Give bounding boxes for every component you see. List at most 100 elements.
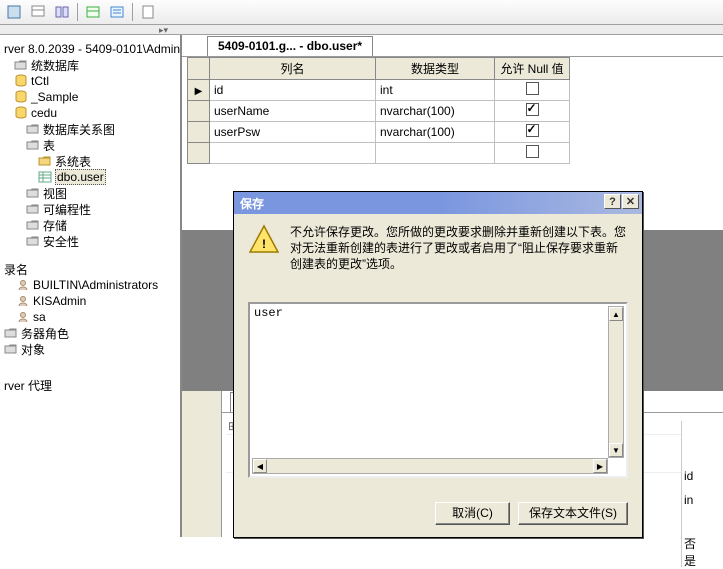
tree-item[interactable]: 统数据库 [2,57,180,73]
prop-scroll-gutter [182,391,222,537]
cancel-button[interactable]: 取消(C) [435,502,510,525]
toolbar-btn-6[interactable] [137,2,159,22]
scrollbar-vertical[interactable]: ▲ ▼ [608,306,624,458]
tree-item[interactable]: 可编程性 [2,201,180,217]
folder-icon [26,122,40,136]
cell-column-name[interactable]: id [210,80,376,101]
table-row[interactable]: userNamenvarchar(100) [188,101,570,122]
save-text-file-button[interactable]: 保存文本文件(S) [518,502,628,525]
cell-allow-null[interactable] [495,101,570,122]
list-item[interactable]: user [250,304,626,322]
cell-data-type[interactable]: int [376,80,495,101]
tree-item[interactable]: 表 [2,137,180,153]
header-allow-null: 允许 Null 值 [495,58,570,80]
current-row-icon: ▶ [195,86,203,97]
scroll-down-icon[interactable]: ▼ [609,443,623,457]
user-icon [16,278,30,292]
svg-text:!: ! [262,237,266,251]
db-icon [14,90,28,104]
tree-item[interactable]: 对象 [2,341,180,357]
help-button[interactable]: ? [604,194,621,209]
login-item[interactable]: KISAdmin [2,293,180,309]
side-val-1: id [684,469,721,483]
toolbar-btn-5[interactable] [106,2,128,22]
cell-allow-null[interactable] [495,143,570,164]
table-row[interactable]: ▶ idint [188,80,570,101]
toolbar-btn-1[interactable] [3,2,25,22]
cell-column-name[interactable]: userName [210,101,376,122]
cell-column-name[interactable]: userPsw [210,122,376,143]
sub-toolbar: ▸▾ [0,25,723,35]
tree-item[interactable]: 存储 [2,217,180,233]
login-item[interactable]: BUILTIN\Administrators [2,277,180,293]
db-icon [14,106,28,120]
scroll-left-icon[interactable]: ◀ [253,459,267,473]
scroll-right-icon[interactable]: ▶ [593,459,607,473]
tree-item[interactable]: 安全性 [2,233,180,249]
scroll-up-icon[interactable]: ▲ [609,307,623,321]
save-dialog: 保存 ? ✕ ! 不允许保存更改。您所做的更改要求删除并重新创建以下表。您对无法… [233,191,643,538]
cell-data-type[interactable]: nvarchar(100) [376,122,495,143]
tree-item[interactable]: 系统表 [2,153,180,169]
main-toolbar [0,0,723,25]
folder-icon [4,326,18,340]
checkbox[interactable] [526,103,539,116]
row-selector[interactable] [188,101,210,122]
toolbar-btn-4[interactable] [82,2,104,22]
document-tabs: 5409-0101.g... - dbo.user* [182,35,723,57]
toolbar-btn-2[interactable] [27,2,49,22]
prop-side-values: id in 否 是 [681,421,723,567]
tab-dbo-user[interactable]: 5409-0101.g... - dbo.user* [207,36,373,56]
row-header-corner [188,58,210,80]
table-row[interactable] [188,143,570,164]
tree-item[interactable]: 视图 [2,185,180,201]
column-grid[interactable]: 列名 数据类型 允许 Null 值 ▶ idintuserNamenvarchar… [187,57,570,164]
side-val-4: 是 [684,552,721,569]
object-explorer: rver 8.0.2039 - 5409-0101\Admin 统数据库tCtl… [0,35,182,537]
tree-item[interactable]: dbo.user [2,169,180,185]
checkbox[interactable] [526,124,539,137]
row-selector[interactable] [188,122,210,143]
folder-icon [26,234,40,248]
close-button[interactable]: ✕ [622,194,639,209]
checkbox[interactable] [526,145,539,158]
cell-data-type[interactable]: nvarchar(100) [376,101,495,122]
login-item[interactable]: sa [2,309,180,325]
warning-icon: ! [248,224,280,256]
header-data-type: 数据类型 [376,58,495,80]
tree-item[interactable]: cedu [2,105,180,121]
agent-node[interactable]: rver 代理 [2,377,180,393]
user-icon [16,310,30,324]
folder-icon [26,186,40,200]
tree-item[interactable]: 数据库关系图 [2,121,180,137]
folder-icon [26,218,40,232]
header-column-name: 列名 [210,58,376,80]
row-selector[interactable] [188,143,210,164]
table-icon [38,170,52,184]
tree-item[interactable]: _Sample [2,89,180,105]
checkbox[interactable] [526,82,539,95]
cell-allow-null[interactable] [495,80,570,101]
dialog-message: 不允许保存更改。您所做的更改要求删除并重新创建以下表。您对无法重新创建的表进行了… [290,224,628,272]
logins-header[interactable]: 录名 [2,261,180,277]
db-icon [14,74,28,88]
folder-yellow-icon [38,154,52,168]
tree-item[interactable]: tCtl [2,73,180,89]
scrollbar-horizontal[interactable]: ◀ ▶ [252,458,608,474]
dialog-titlebar[interactable]: 保存 ? ✕ [234,192,642,214]
toolbar-btn-3[interactable] [51,2,73,22]
row-selector[interactable]: ▶ [188,80,210,101]
folder-icon [4,342,18,356]
folder-icon [14,58,28,72]
cell-data-type[interactable] [376,143,495,164]
folder-icon [26,138,40,152]
affected-tables-list[interactable]: user ▲ ▼ ◀ ▶ [248,302,628,478]
dropdown-arrows-icon[interactable]: ▸▾ [159,25,168,36]
table-row[interactable]: userPswnvarchar(100) [188,122,570,143]
dialog-title: 保存 [238,195,264,212]
cell-allow-null[interactable] [495,122,570,143]
side-val-2: in [684,493,721,507]
cell-column-name[interactable] [210,143,376,164]
tree-item[interactable]: 务器角色 [2,325,180,341]
server-node[interactable]: rver 8.0.2039 - 5409-0101\Admin [2,41,180,57]
